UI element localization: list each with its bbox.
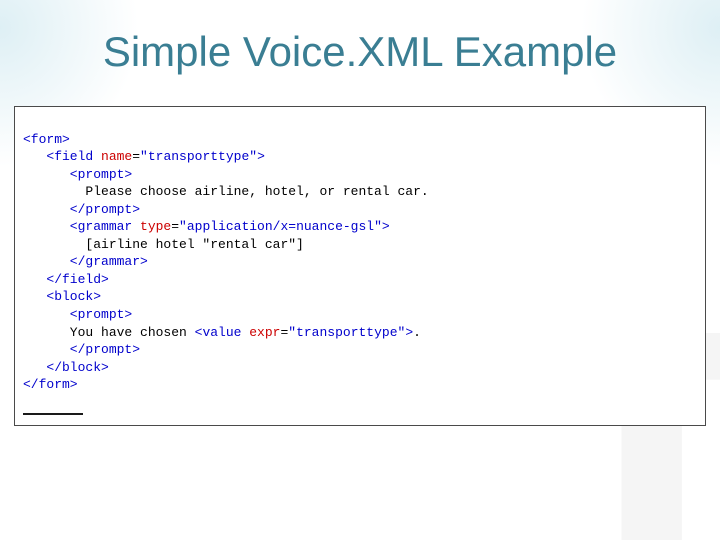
code-tag-close: > — [382, 219, 390, 234]
slide-title: Simple Voice.XML Example — [0, 28, 720, 76]
code-line: </field> — [23, 272, 109, 287]
code-eq: = — [132, 149, 140, 164]
underline-bar — [23, 413, 83, 415]
code-line: <form> — [23, 132, 70, 147]
code-line: <grammar — [23, 219, 132, 234]
code-val: "transporttype" — [288, 325, 405, 340]
code-tag-close: > — [405, 325, 413, 340]
code-line: </form> — [23, 377, 78, 392]
code-eq: = — [171, 219, 179, 234]
code-attr: expr — [241, 325, 280, 340]
code-line: </block> — [23, 360, 109, 375]
code-line: </grammar> — [23, 254, 148, 269]
code-line: </prompt> — [23, 202, 140, 217]
code-line: <field — [23, 149, 93, 164]
code-text: . — [413, 325, 421, 340]
code-val: "application/x=nuance-gsl" — [179, 219, 382, 234]
code-val: "transporttype" — [140, 149, 257, 164]
code-line: <prompt> — [23, 307, 132, 322]
code-block: <form> <field name="transporttype"> <pro… — [23, 113, 697, 394]
code-line: <block> — [23, 289, 101, 304]
code-tag-close: > — [257, 149, 265, 164]
code-text: You have chosen — [23, 325, 195, 340]
code-text: Please choose airline, hotel, or rental … — [23, 184, 429, 199]
code-attr: name — [93, 149, 132, 164]
code-line: <prompt> — [23, 167, 132, 182]
code-attr: type — [132, 219, 171, 234]
code-line: </prompt> — [23, 342, 140, 357]
code-frame: <form> <field name="transporttype"> <pro… — [14, 106, 706, 426]
code-text: [airline hotel "rental car"] — [23, 237, 304, 252]
code-tag: <value — [195, 325, 242, 340]
